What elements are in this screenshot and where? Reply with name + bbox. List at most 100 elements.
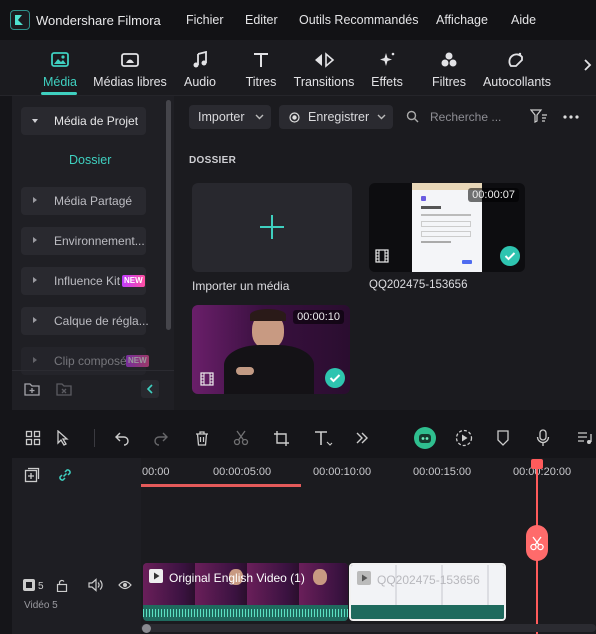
layout-grid-icon[interactable] bbox=[25, 430, 41, 446]
sidebar-item-label: Média de Projet bbox=[54, 114, 139, 128]
sidebar-item-label: Influence Kit bbox=[54, 274, 121, 288]
menu-affichage[interactable]: Affichage bbox=[436, 13, 488, 27]
divider bbox=[12, 370, 174, 371]
link-chain-icon[interactable] bbox=[57, 467, 73, 483]
audio-list-icon[interactable] bbox=[577, 430, 593, 446]
eye-visibility-icon[interactable] bbox=[118, 579, 132, 591]
new-badge: NEW bbox=[126, 355, 149, 367]
more-options-icon[interactable] bbox=[563, 115, 579, 119]
collapse-sidebar-button[interactable] bbox=[141, 380, 159, 398]
import-media-tile[interactable] bbox=[192, 183, 352, 272]
checkmark-icon bbox=[325, 368, 345, 388]
text-tool-icon[interactable] bbox=[313, 430, 333, 447]
caret-right-icon bbox=[33, 357, 37, 363]
caret-down-icon bbox=[32, 119, 38, 123]
clip-duration: 00:00:07 bbox=[468, 188, 519, 202]
speaker-icon[interactable] bbox=[88, 578, 103, 592]
sidebar-item-adjustment-layer[interactable]: Calque de régla... bbox=[21, 307, 149, 335]
effects-sparkle-icon bbox=[377, 51, 397, 69]
clip-title: Original English Video (1) bbox=[169, 571, 305, 585]
play-circle-icon[interactable] bbox=[455, 429, 473, 447]
tab-effects[interactable]: Effets bbox=[366, 40, 408, 96]
ai-robot-icon[interactable] bbox=[414, 427, 436, 449]
crop-icon[interactable] bbox=[273, 430, 290, 447]
sidebar-item-project-media[interactable]: Média de Projet bbox=[21, 107, 146, 135]
tab-stock-media[interactable]: Médias libres bbox=[92, 40, 168, 96]
ruler-label: 00:00:05:00 bbox=[213, 466, 272, 478]
search-icon bbox=[406, 110, 419, 123]
title-bar: Wondershare Filmora Fichier Editer Outil… bbox=[0, 0, 596, 40]
film-strip-icon bbox=[200, 372, 214, 386]
split-scissors-button[interactable] bbox=[526, 525, 548, 561]
app-title: Wondershare Filmora bbox=[36, 13, 161, 28]
microphone-icon[interactable] bbox=[536, 429, 550, 447]
delete-trash-icon[interactable] bbox=[194, 430, 210, 446]
menu-aide[interactable]: Aide bbox=[511, 13, 536, 27]
tab-stickers[interactable]: Autocollants bbox=[482, 40, 552, 96]
sidebar-item-shared-media[interactable]: Média Partagé bbox=[21, 187, 146, 215]
text-t-icon bbox=[251, 51, 271, 69]
divider bbox=[94, 429, 95, 447]
chevron-right-icon[interactable] bbox=[582, 58, 592, 72]
caret-right-icon bbox=[33, 197, 37, 203]
sidebar-scrollbar[interactable] bbox=[166, 100, 171, 330]
sidebar-item-folder[interactable]: Dossier bbox=[69, 153, 111, 167]
timeline-clip-video[interactable]: Original English Video (1) bbox=[143, 563, 348, 621]
lock-icon[interactable] bbox=[56, 579, 68, 592]
tab-label: Transitions bbox=[293, 75, 355, 89]
tab-audio[interactable]: Audio bbox=[178, 40, 222, 96]
checkmark-icon bbox=[500, 246, 520, 266]
timeline-horizontal-scrollbar[interactable] bbox=[141, 624, 596, 632]
tab-titles[interactable]: Titres bbox=[240, 40, 282, 96]
music-note-icon bbox=[190, 51, 210, 69]
select-pointer-icon[interactable] bbox=[56, 430, 74, 446]
marker-shield-icon[interactable] bbox=[496, 430, 510, 446]
delete-folder-icon[interactable] bbox=[56, 382, 72, 396]
new-badge: NEW bbox=[122, 275, 145, 287]
work-area-range[interactable] bbox=[141, 484, 301, 487]
chevron-down-icon bbox=[255, 114, 264, 120]
sidebar-item-environment[interactable]: Environnement... bbox=[21, 227, 146, 255]
tab-filters[interactable]: Filtres bbox=[428, 40, 470, 96]
search-input[interactable]: Recherche ... bbox=[430, 110, 501, 124]
import-label: Importer bbox=[198, 110, 245, 124]
media-sidebar: Média de Projet Dossier Média Partagé En… bbox=[12, 96, 174, 410]
sidebar-item-influence-kit[interactable]: Influence Kit NEW bbox=[21, 267, 146, 295]
scissors-icon[interactable] bbox=[233, 430, 249, 446]
chevron-down-icon bbox=[377, 114, 386, 120]
tab-media[interactable]: Média bbox=[36, 40, 84, 96]
active-tab-indicator bbox=[41, 92, 77, 95]
tab-label: Filtres bbox=[431, 75, 467, 89]
tab-transitions[interactable]: Transitions bbox=[292, 40, 356, 96]
track-number: 5 bbox=[38, 581, 44, 592]
scroll-handle[interactable] bbox=[142, 624, 151, 633]
redo-icon[interactable] bbox=[153, 430, 169, 446]
playhead-handle[interactable] bbox=[531, 459, 543, 469]
timeline-clip-selected[interactable]: QQ202475-153656 bbox=[349, 563, 506, 621]
tab-label: Médias libres bbox=[93, 75, 167, 89]
record-dropdown[interactable]: Enregistrer bbox=[279, 105, 393, 129]
tab-label: Audio bbox=[184, 75, 216, 89]
add-track-icon[interactable] bbox=[24, 467, 40, 483]
chevron-left-icon bbox=[146, 384, 153, 394]
clip-duration: 00:00:10 bbox=[293, 310, 344, 324]
media-clip-thumbnail[interactable]: 00:00:07 bbox=[369, 183, 525, 272]
stock-media-icon bbox=[120, 51, 140, 69]
filmora-logo-icon bbox=[10, 10, 30, 30]
import-dropdown[interactable]: Importer bbox=[189, 105, 271, 129]
media-clip-thumbnail[interactable]: 00:00:10 bbox=[192, 305, 350, 394]
sidebar-item-label: Média Partagé bbox=[54, 194, 133, 208]
filter-sort-icon[interactable] bbox=[530, 109, 548, 124]
film-strip-icon bbox=[375, 249, 389, 263]
import-tile-label: Importer un média bbox=[192, 279, 290, 293]
double-chevron-right-icon[interactable] bbox=[355, 431, 369, 445]
menu-outils[interactable]: Outils Recommandés bbox=[299, 13, 419, 27]
caret-right-icon bbox=[33, 317, 37, 323]
new-folder-icon[interactable] bbox=[24, 382, 40, 396]
menu-fichier[interactable]: Fichier bbox=[186, 13, 224, 27]
video-track-icon bbox=[22, 578, 36, 592]
ruler-label: 00:00:10:00 bbox=[313, 466, 372, 478]
undo-icon[interactable] bbox=[114, 430, 130, 446]
play-badge-icon bbox=[357, 571, 371, 585]
menu-editer[interactable]: Editer bbox=[245, 13, 278, 27]
